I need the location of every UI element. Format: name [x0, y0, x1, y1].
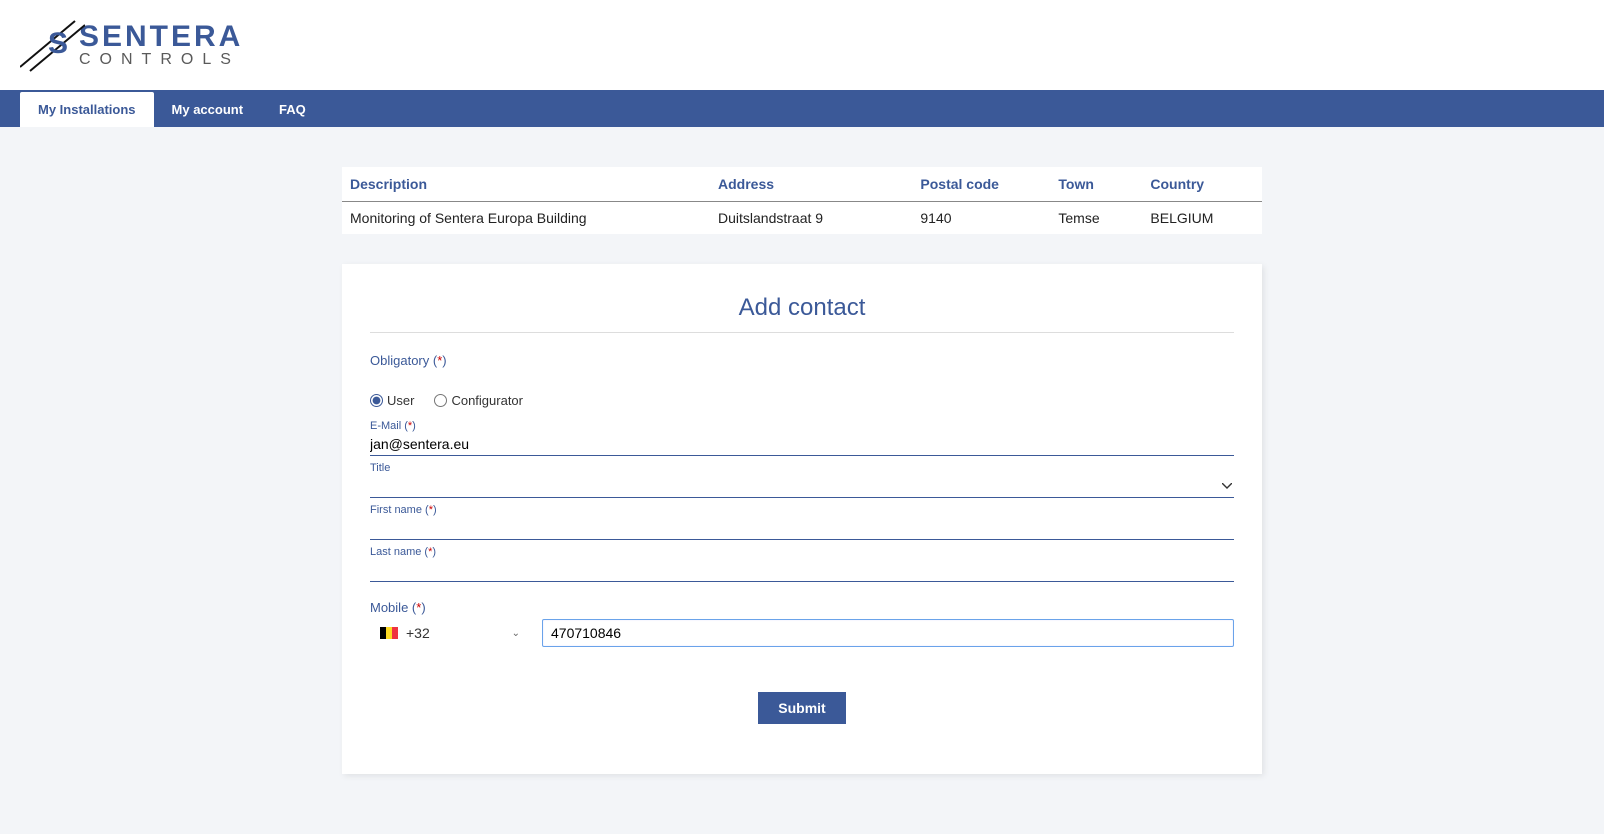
- mobile-row: +32 ⌄: [370, 619, 1234, 647]
- radio-configurator-label: Configurator: [451, 393, 523, 408]
- col-postal-code: Postal code: [912, 167, 1050, 202]
- obligatory-suffix: ): [442, 353, 446, 368]
- radio-user[interactable]: User: [370, 393, 414, 408]
- belgium-flag-icon: [380, 627, 398, 639]
- radio-user-input[interactable]: [370, 394, 383, 407]
- table-row: Monitoring of Sentera Europa Building Du…: [342, 202, 1262, 235]
- add-contact-card: Add contact Obligatory (*) User Configur…: [342, 264, 1262, 774]
- installation-table: Description Address Postal code Town Cou…: [342, 167, 1262, 234]
- nav-tab-my-installations[interactable]: My Installations: [20, 92, 154, 127]
- table-header-row: Description Address Postal code Town Cou…: [342, 167, 1262, 202]
- col-town: Town: [1050, 167, 1142, 202]
- email-field: E-Mail (*): [370, 420, 1234, 456]
- cell-description: Monitoring of Sentera Europa Building: [342, 202, 710, 235]
- page-content: Description Address Postal code Town Cou…: [0, 127, 1604, 834]
- title-label: Title: [370, 462, 1234, 474]
- role-radio-group: User Configurator: [370, 393, 1234, 408]
- obligatory-prefix: Obligatory (: [370, 353, 437, 368]
- brand-logo: S SENTERA CONTROLS: [20, 15, 243, 75]
- header: S SENTERA CONTROLS: [0, 0, 1604, 90]
- brand-logo-mark: S: [20, 15, 85, 75]
- nav-tab-faq[interactable]: FAQ: [261, 92, 324, 127]
- email-label: E-Mail (*): [370, 420, 1234, 432]
- radio-user-label: User: [387, 393, 414, 408]
- col-address: Address: [710, 167, 912, 202]
- first-name-input[interactable]: [370, 517, 1234, 540]
- email-input[interactable]: [370, 433, 1234, 456]
- country-code-picker[interactable]: +32 ⌄: [370, 619, 530, 647]
- last-name-field: Last name (*): [370, 546, 1234, 582]
- cell-country: BELGIUM: [1142, 202, 1262, 235]
- col-country: Country: [1142, 167, 1262, 202]
- brand-name-top: SENTERA: [79, 22, 243, 52]
- first-name-label: First name (*): [370, 504, 1234, 516]
- obligatory-note: Obligatory (*): [370, 353, 1234, 368]
- mobile-number-input[interactable]: [542, 619, 1234, 647]
- svg-text:S: S: [48, 27, 68, 60]
- mobile-label: Mobile (*): [370, 600, 1234, 615]
- submit-button[interactable]: Submit: [758, 692, 845, 724]
- cell-address: Duitslandstraat 9: [710, 202, 912, 235]
- col-description: Description: [342, 167, 710, 202]
- last-name-input[interactable]: [370, 559, 1234, 582]
- brand-name-bottom: CONTROLS: [79, 52, 243, 68]
- radio-configurator-input[interactable]: [434, 394, 447, 407]
- dial-code: +32: [406, 625, 430, 641]
- first-name-field: First name (*): [370, 504, 1234, 540]
- radio-configurator[interactable]: Configurator: [434, 393, 523, 408]
- card-title: Add contact: [370, 294, 1234, 333]
- title-select[interactable]: [370, 475, 1234, 498]
- last-name-label: Last name (*): [370, 546, 1234, 558]
- title-field: Title: [370, 462, 1234, 498]
- nav-tab-my-account[interactable]: My account: [154, 92, 262, 127]
- main-navbar: My Installations My account FAQ: [0, 90, 1604, 127]
- cell-postal-code: 9140: [912, 202, 1050, 235]
- cell-town: Temse: [1050, 202, 1142, 235]
- chevron-down-icon: ⌄: [512, 628, 520, 639]
